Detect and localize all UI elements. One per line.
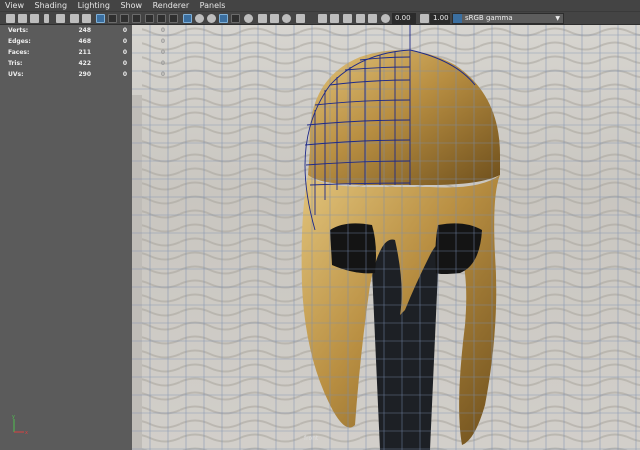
stat-extra: 0 bbox=[160, 49, 165, 56]
viewport-panel[interactable]: y x Verts: 248 0 0 Edges: 468 0 0 Faces: 211 0 0 … bbox=[0, 25, 640, 450]
stat-row-edges: Edges: 468 0 0 bbox=[8, 36, 165, 47]
safe-action-icon[interactable] bbox=[157, 14, 166, 23]
field-chart-icon[interactable] bbox=[145, 14, 154, 23]
viewport-scene: y x bbox=[12, 25, 640, 450]
chevron-down-icon: ▼ bbox=[555, 15, 560, 22]
stat-row-uvs: UVs: 290 0 0 bbox=[8, 69, 165, 80]
camera-attributes-icon[interactable] bbox=[30, 14, 39, 23]
safe-title-icon[interactable] bbox=[169, 14, 178, 23]
stat-row-faces: Faces: 211 0 0 bbox=[8, 47, 165, 58]
stat-value: 422 bbox=[78, 60, 91, 67]
gamma-field[interactable]: 1.00 bbox=[430, 13, 450, 24]
stat-label: Tris: bbox=[8, 60, 23, 67]
shadows-icon[interactable] bbox=[244, 14, 253, 23]
panel-toolbar: 0.00 1.00 sRGB gamma ▼ bbox=[0, 11, 640, 25]
menu-shading[interactable]: Shading bbox=[32, 0, 71, 11]
grease-pencil-icon[interactable] bbox=[82, 14, 91, 23]
stat-selected: 0 bbox=[122, 38, 127, 45]
stat-extra: 0 bbox=[160, 38, 165, 45]
gamma-icon[interactable] bbox=[420, 14, 429, 23]
xray-active-icon[interactable] bbox=[356, 14, 365, 23]
svg-text:y: y bbox=[12, 414, 15, 420]
stat-label: Faces: bbox=[8, 49, 30, 56]
film-gate-icon[interactable] bbox=[108, 14, 117, 23]
stat-value: 248 bbox=[78, 27, 91, 34]
menu-lighting[interactable]: Lighting bbox=[75, 0, 113, 11]
menu-show[interactable]: Show bbox=[117, 0, 145, 11]
stat-label: Verts: bbox=[8, 27, 29, 34]
two-d-pan-zoom-icon[interactable] bbox=[70, 14, 79, 23]
select-camera-icon[interactable] bbox=[6, 14, 15, 23]
camera-name-label: front bbox=[304, 435, 319, 442]
smooth-shade-icon[interactable] bbox=[195, 14, 204, 23]
exposure-field[interactable]: 0.00 bbox=[392, 13, 416, 24]
stat-row-verts: Verts: 248 0 0 bbox=[8, 25, 165, 36]
xray-icon[interactable] bbox=[330, 14, 339, 23]
color-space-icon bbox=[453, 14, 462, 23]
color-space-dropdown[interactable]: sRGB gamma ▼ bbox=[452, 13, 564, 24]
resolution-gate-icon[interactable] bbox=[120, 14, 129, 23]
panel-menu-bar: View Shading Lighting Show Renderer Pane… bbox=[0, 0, 640, 11]
depth-of-field-icon[interactable] bbox=[296, 14, 305, 23]
stat-label: UVs: bbox=[8, 71, 24, 78]
color-space-label: sRGB gamma bbox=[465, 14, 513, 22]
stat-value: 468 bbox=[78, 38, 91, 45]
antialiasing-icon[interactable] bbox=[282, 14, 291, 23]
exposure-icon[interactable] bbox=[381, 14, 390, 23]
menu-panels[interactable]: Panels bbox=[197, 0, 229, 11]
stat-extra: 0 bbox=[160, 71, 165, 78]
screen-space-ao-icon[interactable] bbox=[258, 14, 267, 23]
wireframe-icon[interactable] bbox=[183, 14, 192, 23]
stat-value: 290 bbox=[78, 71, 91, 78]
image-plane-icon[interactable] bbox=[56, 14, 65, 23]
helmet-left-eye bbox=[330, 223, 376, 274]
isolate-select-icon[interactable] bbox=[318, 14, 327, 23]
stat-value: 211 bbox=[78, 49, 91, 56]
stat-row-tris: Tris: 422 0 0 bbox=[8, 58, 165, 69]
menu-view[interactable]: View bbox=[2, 0, 27, 11]
stat-label: Edges: bbox=[8, 38, 31, 45]
menu-renderer[interactable]: Renderer bbox=[150, 0, 193, 11]
stat-selected: 0 bbox=[122, 49, 127, 56]
stat-selected: 0 bbox=[122, 27, 127, 34]
xray-joints-icon[interactable] bbox=[343, 14, 352, 23]
lock-camera-icon[interactable] bbox=[18, 14, 27, 23]
textured-icon[interactable] bbox=[219, 14, 228, 23]
wireframe-on-shaded-icon[interactable] bbox=[207, 14, 216, 23]
backface-cull-icon[interactable] bbox=[368, 14, 377, 23]
axis-indicator: y x bbox=[12, 414, 28, 436]
stat-extra: 0 bbox=[160, 60, 165, 67]
gate-mask-icon[interactable] bbox=[132, 14, 141, 23]
grid-icon[interactable] bbox=[96, 14, 105, 23]
svg-text:x: x bbox=[25, 430, 28, 436]
use-all-lights-icon[interactable] bbox=[231, 14, 240, 23]
bookmark-icon[interactable] bbox=[44, 14, 49, 23]
stat-selected: 0 bbox=[122, 71, 127, 78]
stat-extra: 0 bbox=[160, 27, 165, 34]
poly-count-hud: Verts: 248 0 0 Edges: 468 0 0 Faces: 211 0 0 Tris… bbox=[8, 25, 165, 80]
stat-selected: 0 bbox=[122, 60, 127, 67]
motion-blur-icon[interactable] bbox=[270, 14, 279, 23]
